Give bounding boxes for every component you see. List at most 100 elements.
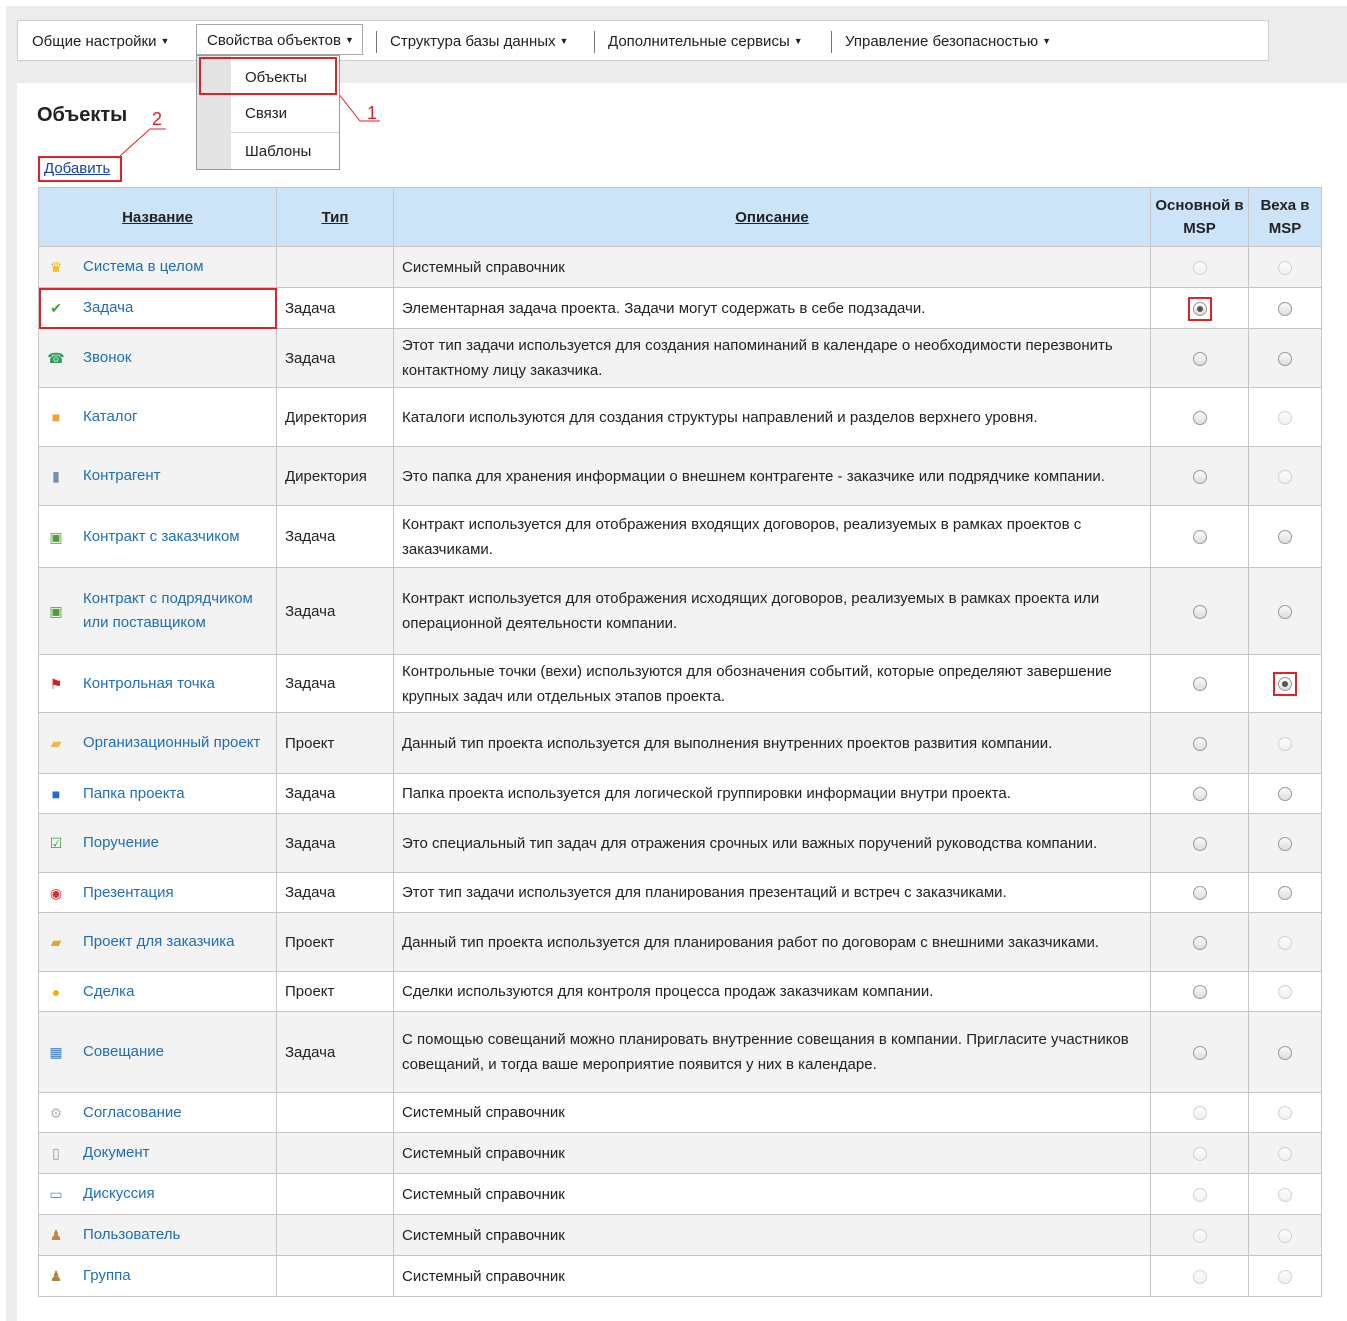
- menu-security-management[interactable]: Управление безопасностью ▼: [845, 21, 1051, 60]
- object-name-link[interactable]: Контракт с подрядчиком или поставщиком: [83, 587, 268, 635]
- folder-icon: ■: [51, 409, 61, 425]
- primary-msp-radio[interactable]: [1192, 677, 1207, 692]
- order-check-icon: ☑: [49, 835, 63, 851]
- object-name-link[interactable]: Совещание: [83, 1040, 164, 1064]
- milestone-msp-radio[interactable]: [1278, 604, 1292, 619]
- primary-msp-radio[interactable]: [1192, 985, 1207, 1000]
- cell-type: [276, 1214, 394, 1256]
- menu-additional-services[interactable]: Дополнительные сервисы ▼: [608, 21, 803, 60]
- cell-name: ▣ Контракт с заказчиком: [38, 505, 277, 568]
- table-row: ■ Папка проекта Задача Папка проекта исполь…: [38, 773, 1322, 814]
- milestone-msp-radio[interactable]: [1278, 301, 1292, 316]
- object-name-link[interactable]: Поручение: [83, 831, 159, 855]
- object-name-link[interactable]: Дискуссия: [83, 1182, 155, 1206]
- object-name-link[interactable]: Контракт с заказчиком: [83, 525, 240, 549]
- milestone-msp-radio: [1278, 1146, 1292, 1161]
- primary-msp-radio[interactable]: [1192, 604, 1207, 619]
- cell-primary-msp: [1150, 1092, 1249, 1133]
- primary-msp-radio[interactable]: [1192, 836, 1207, 851]
- cell-primary-msp: [1150, 912, 1249, 972]
- menu-label: Дополнительные сервисы: [608, 33, 790, 50]
- primary-msp-radio[interactable]: [1192, 886, 1207, 901]
- dropdown-item-objects[interactable]: Объекты: [199, 57, 337, 95]
- object-name-link[interactable]: Презентация: [83, 881, 174, 905]
- highlight-box: [1273, 672, 1297, 697]
- cell-description: Это папка для хранения информации о внеш…: [393, 446, 1151, 506]
- object-name-link[interactable]: Каталог: [83, 405, 138, 429]
- menu-separator: [594, 31, 595, 53]
- object-name-link[interactable]: Контрольная точка: [83, 672, 215, 696]
- primary-msp-radio[interactable]: [1192, 301, 1207, 316]
- annotation-number-1: 1: [367, 103, 378, 123]
- project-folder-icon: ■: [51, 785, 61, 802]
- object-name-link[interactable]: Сделка: [83, 980, 134, 1004]
- object-name-link[interactable]: Контрагент: [83, 464, 161, 488]
- object-name-link[interactable]: Организационный проект: [83, 731, 260, 755]
- object-name-link[interactable]: Документ: [83, 1141, 150, 1165]
- object-name-link[interactable]: Проект для заказчика: [83, 930, 234, 954]
- table-row: ♛ Система в целом Системный справочник: [38, 246, 1322, 288]
- document-icon: ▯: [52, 1145, 60, 1161]
- menu-label: Структура базы данных: [390, 33, 556, 50]
- menu-database-structure[interactable]: Структура базы данных ▼: [390, 21, 568, 60]
- milestone-msp-radio[interactable]: [1278, 787, 1292, 802]
- cell-type: [276, 1132, 394, 1174]
- object-name-link[interactable]: Группа: [83, 1264, 131, 1288]
- contractor-icon: ▮: [52, 468, 60, 484]
- milestone-msp-radio[interactable]: [1278, 1045, 1292, 1060]
- target-icon: ◉: [49, 884, 63, 901]
- cell-primary-msp: [1150, 387, 1249, 447]
- cell-description: Данный тип проекта используется для выпо…: [393, 712, 1151, 774]
- object-name-link[interactable]: Звонок: [83, 346, 131, 370]
- cell-primary-msp: [1150, 446, 1249, 506]
- primary-msp-radio[interactable]: [1192, 935, 1207, 950]
- primary-msp-radio[interactable]: [1192, 410, 1207, 425]
- milestone-msp-radio: [1278, 1269, 1292, 1284]
- cell-type: Задача: [276, 287, 394, 329]
- cell-milestone-msp: [1248, 971, 1322, 1012]
- primary-msp-radio[interactable]: [1192, 736, 1207, 751]
- table-row: ▣ Контракт с заказчиком Задача Контракт исп…: [38, 505, 1322, 568]
- milestone-msp-radio: [1278, 736, 1292, 751]
- menu-general-settings[interactable]: Общие настройки ▼: [32, 21, 169, 60]
- table-row: ✔ Задача Задача Элементарная задача проекта…: [38, 287, 1322, 329]
- milestone-msp-radio[interactable]: [1278, 677, 1292, 692]
- milestone-msp-radio[interactable]: [1278, 886, 1292, 901]
- cell-milestone-msp: [1248, 1173, 1322, 1215]
- column-header-description[interactable]: Описание: [393, 187, 1151, 247]
- primary-msp-radio: [1192, 1187, 1207, 1202]
- cell-primary-msp: [1150, 1011, 1249, 1093]
- cell-primary-msp: [1150, 813, 1249, 873]
- table-row: ▰ Проект для заказчика Проект Данный тип пр…: [38, 912, 1322, 972]
- object-name-link[interactable]: Система в целом: [83, 255, 204, 279]
- table-row: ⚑ Контрольная точка Задача Контрольные точк…: [38, 654, 1322, 713]
- milestone-msp-radio[interactable]: [1278, 530, 1292, 545]
- table-row: ⚙ Согласование Системный справочник: [38, 1092, 1322, 1133]
- column-header-type[interactable]: Тип: [276, 187, 394, 247]
- primary-msp-radio[interactable]: [1192, 1045, 1207, 1060]
- cell-milestone-msp: [1248, 654, 1322, 713]
- cell-description: Контракт используется для отображения ис…: [393, 567, 1151, 655]
- primary-msp-radio[interactable]: [1192, 469, 1207, 484]
- object-name-link[interactable]: Согласование: [83, 1101, 182, 1125]
- deal-icon: ●: [51, 983, 61, 1000]
- primary-msp-radio[interactable]: [1192, 787, 1207, 802]
- milestone-msp-radio[interactable]: [1278, 351, 1292, 366]
- cell-type: Задача: [276, 328, 394, 388]
- primary-msp-radio[interactable]: [1192, 351, 1207, 366]
- menu-object-properties[interactable]: Свойства объектов ▼: [196, 24, 363, 55]
- cell-primary-msp: [1150, 773, 1249, 814]
- object-properties-dropdown: Объекты Связи Шаблоны: [196, 55, 340, 170]
- object-name-link[interactable]: Задача: [83, 296, 133, 320]
- add-object-link[interactable]: Добавить: [38, 156, 122, 182]
- primary-msp-radio[interactable]: [1192, 530, 1207, 545]
- object-name-link[interactable]: Папка проекта: [83, 782, 185, 806]
- dropdown-item-templates[interactable]: Шаблоны: [231, 133, 339, 171]
- milestone-msp-radio[interactable]: [1278, 836, 1292, 851]
- menu-label: Свойства объектов: [207, 32, 341, 49]
- object-name-link[interactable]: Пользователь: [83, 1223, 180, 1247]
- cell-name: ☎ Звонок: [38, 328, 277, 388]
- cell-milestone-msp: [1248, 287, 1322, 329]
- dropdown-item-links[interactable]: Связи: [231, 95, 339, 133]
- column-header-name[interactable]: Название: [38, 187, 277, 247]
